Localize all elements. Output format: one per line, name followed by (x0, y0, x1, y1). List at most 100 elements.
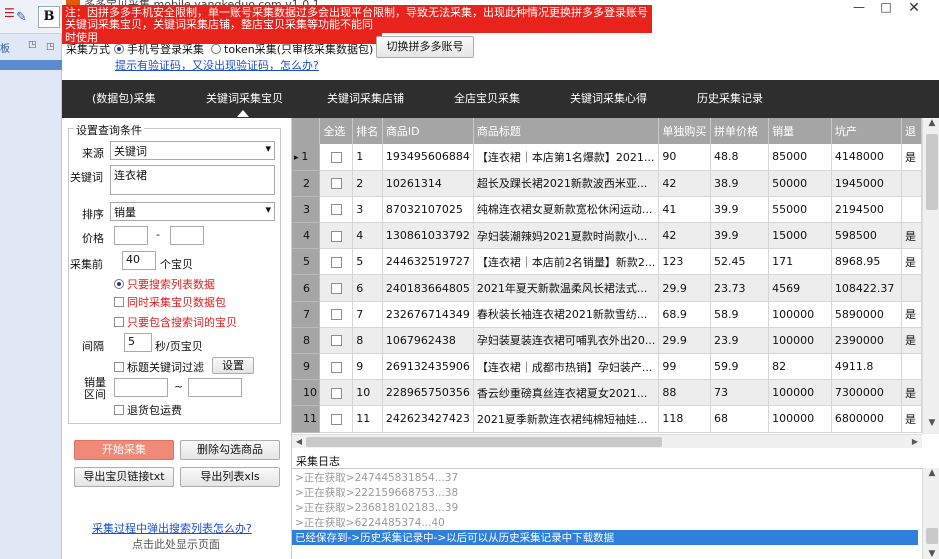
table-row[interactable]: 9 9 269132435906 【连衣裙｜成都市热销】孕妇装产... 99 59.9 82… (292, 353, 922, 381)
row-header[interactable]: 11 (292, 405, 321, 433)
price-min-input[interactable] (114, 226, 148, 245)
scroll-right-icon[interactable]: ▶ (908, 435, 922, 449)
col-return[interactable]: 退 (901, 118, 922, 144)
table-row[interactable]: 10 10 228965750356 香云纱重磅真丝连衣裙夏女2021... 88 73 1… (292, 379, 922, 407)
row-checkbox-cell[interactable] (319, 144, 354, 171)
tab-history[interactable]: 历史采集记录 (697, 90, 763, 106)
scroll-thumb[interactable] (306, 437, 662, 447)
col-select-all[interactable]: 全选 (319, 118, 354, 144)
row-header[interactable]: 4 (292, 222, 321, 250)
collect-count-input[interactable]: 40 (122, 251, 156, 270)
row-header[interactable]: 7 (292, 301, 321, 328)
mode-radio-phone[interactable]: 手机号登录采集 (114, 41, 204, 57)
row-header[interactable]: 5 (292, 248, 321, 276)
col-group-price[interactable]: 拼单价格 (710, 118, 770, 144)
tab-keyword-shops[interactable]: 关键词采集店铺 (327, 90, 404, 106)
tab-whole-shop[interactable]: 全店宝贝采集 (454, 90, 520, 106)
table-row[interactable]: 7 7 232676714349 春秋装长袖连衣裙2021新款雪纺... 68.9 58.… (292, 301, 922, 328)
table-row[interactable]: 2 2 10261314 超长及踝长裙2021新款波西米亚... 42 38.9 50000… (292, 170, 922, 197)
table-vertical-scrollbar[interactable]: ▲ ▼ (922, 118, 939, 434)
scroll-up-icon[interactable]: ▲ (923, 468, 939, 478)
start-collect-button[interactable]: 开始采集 (74, 440, 174, 460)
sort-select[interactable]: 销量 (110, 202, 275, 221)
maximize-button[interactable]: □ (872, 0, 900, 18)
price-max-input[interactable] (170, 226, 204, 245)
source-select[interactable]: 关键词 (110, 141, 275, 160)
row-checkbox-cell[interactable] (319, 353, 354, 381)
table-row[interactable]: 5 5 244632519727 【连衣裙｜本店前2名销量】新款2... 123 52.4… (292, 248, 922, 276)
checkbox-icon[interactable] (330, 361, 342, 373)
collect-package-checkbox[interactable]: 同时采集宝贝数据包 (114, 294, 226, 310)
scroll-thumb[interactable] (926, 528, 938, 544)
export-links-button[interactable]: 导出宝贝链接txt (74, 467, 174, 487)
scroll-thumb[interactable] (926, 134, 938, 210)
row-checkbox-cell[interactable] (319, 248, 354, 276)
show-page-text[interactable]: 点击此处显示页面 (132, 536, 220, 552)
log-area[interactable]: >正在获取>247445831854...37 >正在获取>2221596687… (292, 468, 922, 559)
checkbox-icon[interactable] (330, 230, 342, 242)
return-freight-checkbox[interactable]: 退货包运费 (114, 402, 182, 418)
checkbox-icon[interactable] (330, 178, 342, 190)
row-header[interactable]: 10 (292, 379, 321, 407)
close-button[interactable]: ✕ (900, 0, 928, 18)
row-checkbox-cell[interactable] (319, 379, 354, 407)
checkbox-icon[interactable] (330, 283, 342, 295)
col-title[interactable]: 商品标题 (473, 118, 660, 144)
checkbox-icon[interactable] (330, 256, 342, 268)
row-header[interactable]: 6 (292, 274, 321, 302)
scroll-up-icon[interactable]: ▲ (923, 118, 939, 134)
checkbox-icon[interactable] (330, 309, 342, 321)
col-gmv[interactable]: 坑产 (831, 118, 902, 144)
table-row[interactable]: 4 4 130861033792 孕妇装潮辣妈2021夏款时尚款小... 42 39.9 1… (292, 222, 922, 250)
row-checkbox-cell[interactable] (319, 222, 354, 250)
sales-min-input[interactable] (114, 378, 168, 397)
row-checkbox-cell[interactable] (319, 301, 354, 328)
table-horizontal-scrollbar[interactable]: ◀ ▶ (292, 434, 922, 448)
col-rank[interactable]: 排名 (352, 118, 383, 144)
row-checkbox-cell[interactable] (319, 170, 354, 197)
tab-keyword-tips[interactable]: 关键词采集心得 (570, 90, 647, 106)
tab-package-collect[interactable]: (数据包)采集 (92, 90, 156, 106)
checkbox-icon[interactable] (330, 335, 342, 347)
search-popup-help-link[interactable]: 采集过程中弹出搜索列表怎么办? (92, 520, 252, 536)
row-checkbox-cell[interactable] (319, 405, 354, 433)
switch-account-button[interactable]: 切换拼多多账号 (376, 36, 474, 58)
scroll-down-icon[interactable]: ▼ (923, 418, 939, 434)
scroll-down-icon[interactable]: ▼ (923, 549, 939, 559)
tab-keyword-products[interactable]: 关键词采集宝贝 (206, 90, 283, 106)
filter-settings-button[interactable]: 设置 (212, 357, 254, 374)
minimize-button[interactable]: — (845, 0, 873, 18)
mode-radio-token[interactable]: token采集(只审核采集数据包) (211, 41, 373, 57)
row-checkbox-cell[interactable] (319, 274, 354, 302)
checkbox-icon[interactable] (330, 151, 342, 163)
sales-max-input[interactable] (188, 378, 242, 397)
row-header[interactable]: ▸ 1 (292, 144, 321, 171)
table-row[interactable]: 8 8 1067962438 孕妇装夏装连衣裙可哺乳衣外出20... 29.9 23.9 1… (292, 327, 922, 355)
table-row[interactable]: 3 3 87032107025 纯棉连衣裙女夏新款宽松休闲运动... 41 39.9 550… (292, 196, 922, 224)
keyword-input[interactable]: 连衣裙 (110, 165, 275, 195)
export-list-button[interactable]: 导出列表xls (180, 467, 280, 487)
table-row[interactable]: 6 6 240183664805 2021年夏天新款温柔风长裙法式... 29.9 23.… (292, 274, 922, 302)
search-data-only-radio[interactable]: 只要搜索列表数据 (114, 276, 215, 292)
row-header[interactable]: 2 (292, 170, 321, 197)
captcha-help-link[interactable]: 提示有验证码，又没出现验证码，怎么办? (115, 57, 319, 73)
row-header[interactable]: 3 (292, 196, 321, 224)
row-checkbox-cell[interactable] (319, 327, 354, 355)
row-header[interactable]: 8 (292, 327, 321, 355)
keyword-only-checkbox[interactable]: 只要包含搜索词的宝贝 (114, 314, 237, 330)
delete-selected-button[interactable]: 删除勾选商品 (180, 440, 280, 460)
row-checkbox-cell[interactable] (319, 196, 354, 224)
checkbox-icon[interactable] (330, 387, 342, 399)
title-filter-checkbox[interactable]: 标题关键词过滤 (114, 359, 204, 375)
scroll-left-icon[interactable]: ◀ (292, 435, 306, 449)
checkbox-icon[interactable] (330, 413, 342, 425)
log-scrollbar[interactable]: ▲ ▼ (922, 468, 939, 559)
col-single-price[interactable]: 单独购买 (658, 118, 711, 144)
col-sales[interactable]: 销量 (768, 118, 832, 144)
checkbox-icon[interactable] (330, 204, 342, 216)
row-header[interactable]: 9 (292, 353, 321, 381)
table-row[interactable]: 11 11 242623427423 2021夏季新款连衣裙纯棉短袖娃... 118 68… (292, 405, 922, 433)
table-row[interactable]: ▸ 1 1 193495606884 【连衣裙｜本店第1名爆款】2021... 90 48… (292, 144, 922, 171)
interval-input[interactable]: 5 (124, 333, 152, 352)
col-product-id[interactable]: 商品ID (382, 118, 474, 144)
